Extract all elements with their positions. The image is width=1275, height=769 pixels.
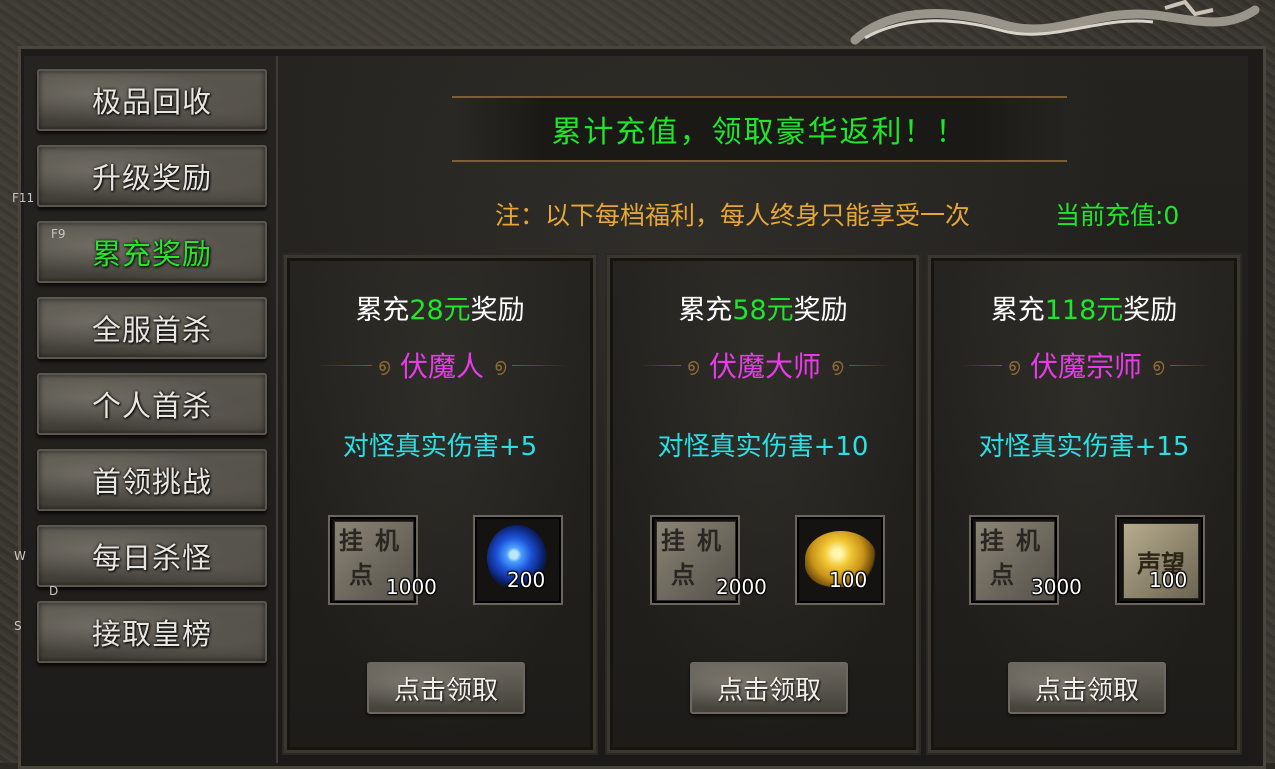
claim-button[interactable]: 点击领取 — [690, 662, 848, 714]
rank-name: 伏魔宗师 — [1030, 350, 1143, 383]
bonus-text: 对怪真实伤害+15 — [978, 432, 1190, 462]
item-count: 2000 — [716, 575, 767, 599]
divider-line — [512, 364, 568, 366]
item-count: 200 — [507, 568, 546, 592]
item-count: 1000 — [386, 575, 437, 599]
scroll-ornament-icon: ൭ — [831, 354, 844, 376]
card-title-suffix: 奖励 — [793, 295, 848, 326]
sidebar-item-server-first-kill[interactable]: 全服首杀 — [37, 297, 267, 359]
claim-button[interactable]: 点击领取 — [367, 662, 525, 714]
card-title: 累充118元奖励 — [931, 288, 1237, 327]
title-banner: 累计充值，领取豪华返利！！ — [452, 96, 1067, 162]
current-recharge: 当前充值:0 — [1055, 201, 1180, 230]
scroll-ornament-icon: ൭ — [1152, 354, 1165, 376]
reward-card: 累充28元奖励 ൭ 伏魔人 ൭ 对怪真实伤害+5 挂 机 点 1000 200 … — [284, 255, 596, 753]
icon-glyph: 挂 — [339, 527, 363, 555]
icon-glyph: 机 — [697, 527, 721, 555]
card-title-suffix: 奖励 — [1123, 295, 1178, 326]
bonus-text: 对怪真实伤害+10 — [657, 432, 869, 462]
item-slot[interactable]: 挂 机 点 2000 — [650, 515, 767, 605]
notice-text: 注：以下每档福利，每人终身只能享受一次 — [495, 201, 971, 230]
sidebar-item-daily-kill[interactable]: 每日杀怪 — [37, 525, 267, 587]
sidebar-item-boss-challenge[interactable]: 首领挑战 — [37, 449, 267, 511]
reward-card: 累充118元奖励 ൭ 伏魔宗师 ൭ 对怪真实伤害+15 挂 机 点 3000 声… — [928, 255, 1240, 753]
icon-glyph: 挂 — [980, 527, 1004, 555]
item-count: 100 — [1149, 568, 1188, 592]
sidebar-item-level-reward[interactable]: 升级奖励 — [37, 145, 267, 207]
icon-glyph: 机 — [1016, 527, 1040, 555]
bonus-text: 对怪真实伤害+5 — [342, 432, 538, 462]
hotkey-label: D — [49, 584, 59, 598]
card-amount: 28元 — [409, 295, 471, 326]
hotkey-label: F11 — [12, 191, 35, 205]
scroll-ornament-icon: ൭ — [1007, 354, 1020, 376]
sidebar-item-personal-first-kill[interactable]: 个人首杀 — [37, 373, 267, 435]
rank-divider: ൭ 伏魔人 ൭ — [317, 348, 568, 383]
divider-line — [849, 364, 891, 366]
item-slot[interactable]: 200 — [473, 515, 563, 605]
rank-divider: ൭ 伏魔宗师 ൭ — [961, 348, 1212, 383]
card-title-prefix: 累充 — [355, 295, 410, 326]
scroll-ornament-icon: ൭ — [686, 354, 699, 376]
card-title: 累充28元奖励 — [287, 288, 593, 327]
icon-glyph: 挂 — [661, 527, 685, 555]
sidebar-item-imperial-list[interactable]: 接取皇榜 — [37, 601, 267, 663]
item-slot[interactable]: 100 — [795, 515, 885, 605]
divider-line — [317, 364, 372, 366]
divider-line — [1170, 364, 1212, 366]
sidebar-item-recharge-reward[interactable]: 累充奖励 — [37, 221, 267, 283]
hotkey-label: S — [14, 619, 22, 633]
dragon-ornament-icon — [850, 0, 1260, 45]
rank-divider: ൭ 伏魔大师 ൭ — [640, 348, 891, 383]
hotkey-label: W — [14, 549, 26, 563]
divider-line — [640, 364, 681, 366]
reward-card: 累充58元奖励 ൭ 伏魔大师 ൭ 对怪真实伤害+10 挂 机 点 2000 10… — [607, 255, 919, 753]
item-count: 100 — [829, 568, 868, 592]
rank-name: 伏魔人 — [400, 350, 485, 383]
rank-name: 伏魔大师 — [709, 350, 822, 383]
card-title-prefix: 累充 — [990, 295, 1045, 326]
scroll-ornament-icon: ൭ — [377, 354, 390, 376]
icon-glyph: 点 — [349, 561, 373, 589]
claim-button[interactable]: 点击领取 — [1008, 662, 1166, 714]
card-amount: 58元 — [732, 295, 794, 326]
card-title-prefix: 累充 — [678, 295, 733, 326]
icon-glyph: 点 — [671, 561, 695, 589]
icon-glyph: 点 — [990, 561, 1014, 589]
card-amount: 118元 — [1044, 295, 1124, 326]
item-count: 3000 — [1031, 575, 1082, 599]
page-title: 累计充值，领取豪华返利！！ — [551, 115, 968, 150]
item-slot[interactable]: 挂 机 点 3000 — [969, 515, 1082, 605]
sidebar-item-premium-recycle[interactable]: 极品回收 — [37, 69, 267, 131]
icon-glyph: 机 — [375, 527, 399, 555]
divider-line — [961, 364, 1002, 366]
card-title: 累充58元奖励 — [610, 288, 916, 327]
item-slot[interactable]: 挂 机 点 1000 — [328, 515, 437, 605]
scroll-ornament-icon: ൭ — [494, 354, 507, 376]
card-title-suffix: 奖励 — [470, 295, 525, 326]
item-slot[interactable]: 声望 100 — [1115, 515, 1205, 605]
hotkey-label: F9 — [51, 227, 66, 241]
